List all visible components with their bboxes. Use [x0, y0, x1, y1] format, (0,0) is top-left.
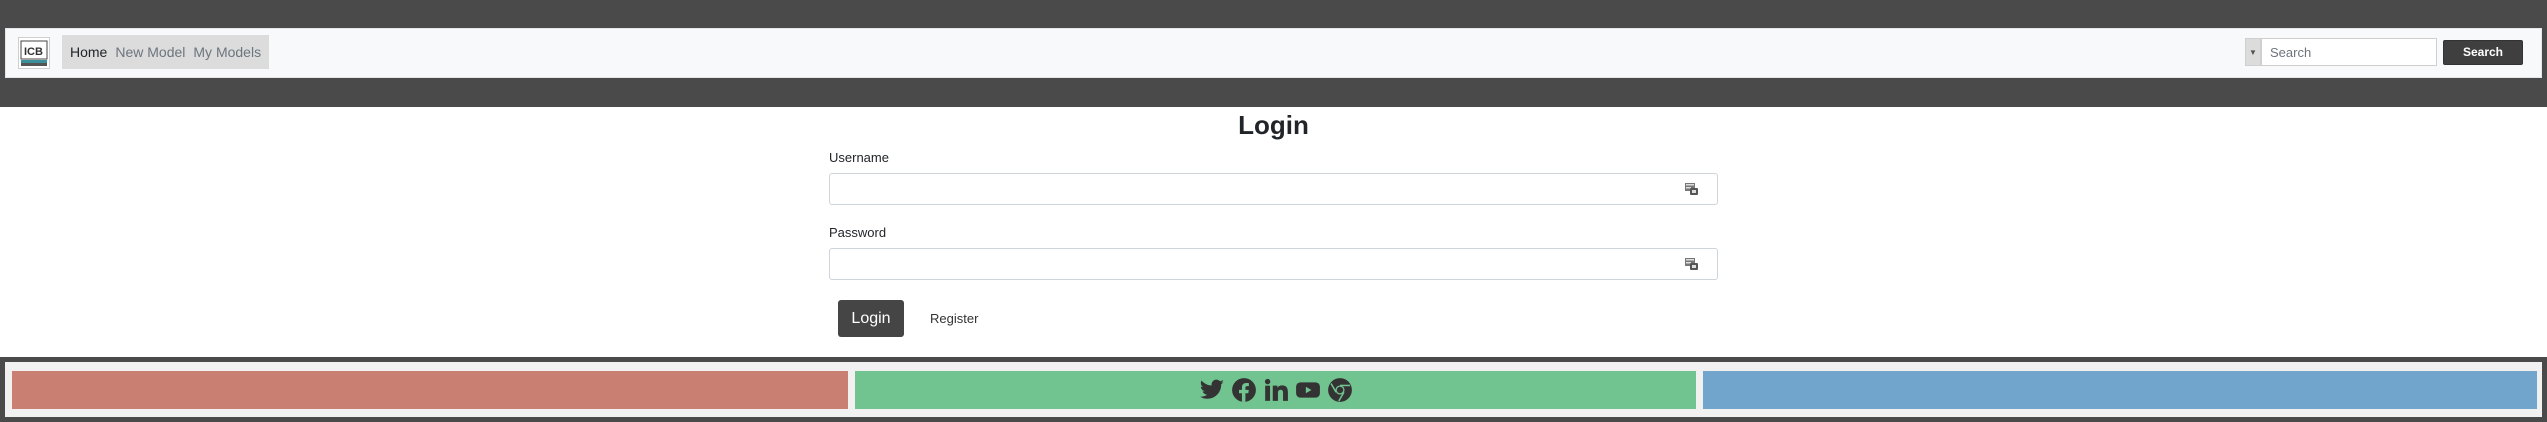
site-logo[interactable]: ICB	[18, 37, 50, 69]
header-band: ICB Home New Model My Models ▼ Search	[0, 0, 2547, 107]
caret-down-icon: ▼	[2249, 47, 2257, 57]
svg-text:ICB: ICB	[24, 46, 43, 58]
login-form: Username Password Login Register	[829, 150, 1718, 337]
search-button[interactable]: Search	[2443, 39, 2523, 65]
facebook-icon[interactable]	[1231, 377, 1257, 403]
register-link[interactable]: Register	[930, 311, 978, 326]
nav-my-models-link[interactable]: My Models	[189, 35, 265, 69]
password-label: Password	[829, 225, 887, 240]
login-button[interactable]: Login	[838, 300, 904, 337]
footer-social-panel	[855, 371, 1696, 409]
form-actions: Login Register	[829, 300, 1718, 337]
username-field-wrap	[829, 173, 1718, 205]
footer-left-panel	[12, 371, 848, 409]
nav-new-model-link[interactable]: New Model	[111, 35, 189, 69]
navbar: ICB Home New Model My Models ▼ Search	[5, 28, 2542, 78]
nav-home-link[interactable]: Home	[66, 35, 111, 69]
twitter-icon[interactable]	[1199, 377, 1225, 403]
search-input[interactable]	[2261, 38, 2437, 66]
search-dropdown-toggle[interactable]: ▼	[2245, 38, 2261, 66]
password-manager-icon[interactable]	[1684, 181, 1700, 197]
password-manager-icon[interactable]	[1684, 256, 1700, 272]
youtube-icon[interactable]	[1295, 377, 1321, 403]
password-input[interactable]	[829, 248, 1718, 280]
page-title: Login	[1238, 110, 1309, 140]
chrome-web-icon[interactable]	[1327, 377, 1353, 403]
linkedin-icon[interactable]	[1263, 377, 1289, 403]
footer-inner	[5, 362, 2542, 417]
footer-right-panel	[1703, 371, 2537, 409]
footer	[0, 357, 2547, 422]
username-label: Username	[829, 150, 889, 165]
username-input[interactable]	[829, 173, 1718, 205]
nav-links: Home New Model My Models	[62, 35, 270, 69]
password-field-wrap	[829, 248, 1718, 280]
search-group: ▼ Search	[2245, 37, 2523, 67]
